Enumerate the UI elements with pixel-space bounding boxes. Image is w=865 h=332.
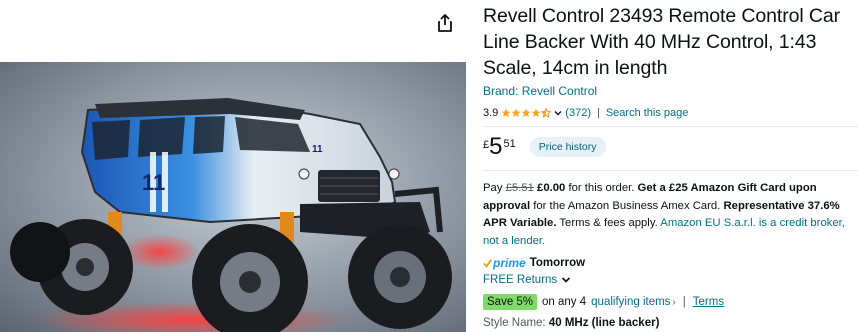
rating-value: 3.9: [483, 107, 499, 119]
review-count-link[interactable]: (372): [565, 107, 591, 119]
star-half-icon: [541, 108, 552, 118]
star-rating[interactable]: [501, 108, 552, 118]
price-whole: 5: [489, 133, 503, 160]
star-icon: [531, 108, 541, 117]
promo-terms-fees: Terms & fees apply.: [559, 217, 658, 229]
chevron-down-icon: [562, 277, 571, 283]
star-icon: [521, 108, 531, 117]
save-badge: Save 5%: [483, 294, 538, 310]
svg-text:11: 11: [142, 170, 165, 195]
brand-link[interactable]: Brand: Revell Control: [483, 84, 597, 98]
tire-front-right: [348, 225, 452, 329]
prime-logo: prime: [483, 256, 526, 270]
terms-link[interactable]: Terms: [693, 296, 724, 308]
save-promotion: Save 5% on any 4 qualifying items › | Te…: [483, 294, 724, 310]
style-name-value: 40 MHz (line backer): [548, 317, 660, 329]
prime-delivery: prime Tomorrow: [483, 256, 585, 270]
price-history-button[interactable]: Price history: [529, 137, 606, 157]
chevron-down-icon[interactable]: [553, 108, 563, 118]
star-icon: [501, 108, 511, 117]
delivery-day: Tomorrow: [529, 257, 586, 269]
promo-for-card: for the Amazon Business Amex Card.: [533, 199, 721, 212]
style-name-label: Style Name:: [483, 317, 546, 329]
price-fraction: 51: [503, 138, 516, 150]
search-this-page-link[interactable]: Search this page: [606, 107, 689, 119]
qualifying-items-link[interactable]: qualifying items: [591, 296, 670, 308]
free-returns-label: FREE Returns: [483, 274, 558, 286]
product-details: Revell Control 23493 Remote Control Car …: [483, 0, 863, 120]
rating-row: 3.9 (372) | Search this page: [483, 106, 863, 120]
credit-card-promo: Pay £5.51 £0.00 for this order. Get a £2…: [483, 180, 858, 250]
share-icon[interactable]: [434, 12, 456, 34]
prime-label: prime: [493, 256, 526, 270]
rc-car-illustration: 11 11: [10, 98, 452, 332]
promo-new-price: £0.00: [537, 182, 566, 194]
promo-old-price: £5.51: [505, 182, 534, 194]
divider: [483, 126, 858, 127]
free-returns-link[interactable]: FREE Returns: [483, 274, 571, 286]
product-image-pane: 11 11: [0, 0, 466, 332]
product-title: Revell Control 23493 Remote Control Car …: [483, 5, 841, 79]
promo-for-order: for this order.: [568, 182, 635, 194]
chevron-right-icon: ›: [672, 296, 676, 308]
separator: |: [682, 296, 686, 308]
divider: [483, 170, 858, 171]
prime-check-icon: [483, 258, 492, 268]
separator: |: [596, 107, 600, 119]
product-photo[interactable]: 11 11: [0, 62, 466, 332]
promo-pay: Pay: [483, 182, 503, 194]
style-name-row: Style Name: 40 MHz (line backer): [483, 317, 659, 329]
price-row: £ 5 51 Price history: [483, 135, 606, 159]
tire-rear-right: [10, 222, 70, 282]
star-icon: [511, 108, 521, 117]
save-on-any: on any 4: [542, 296, 587, 308]
svg-text:11: 11: [312, 144, 323, 155]
